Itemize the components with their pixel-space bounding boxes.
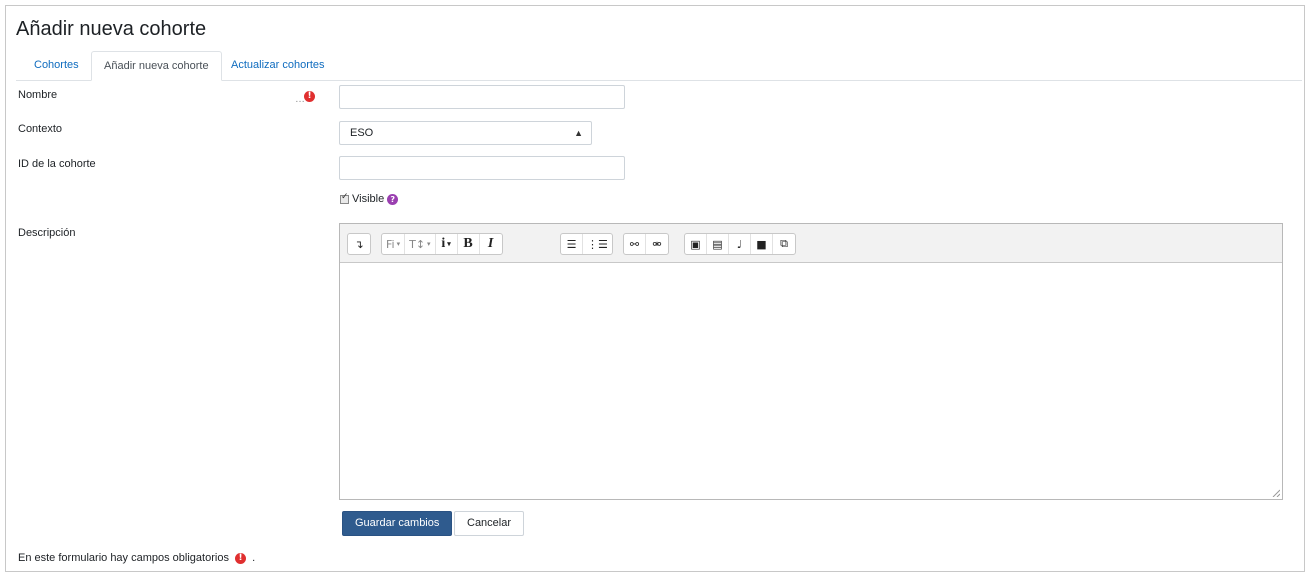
description-editor: ↴ Fi ▾ T↕ ▾ i ▾ B I ☰ ⋮☰ ⚯ ⚮ ▣ ▤ ♩ ■ ⧉ (339, 223, 1283, 500)
font-size-icon[interactable]: T↕ ▾ (405, 234, 436, 254)
required-note-suffix: . (252, 552, 256, 564)
context-select-value: ESO (350, 127, 374, 139)
tab-cohortes[interactable]: Cohortes (22, 51, 91, 81)
name-label: Nombre (18, 89, 58, 101)
unordered-list-icon[interactable]: ☰ (561, 234, 583, 254)
context-label: Contexto (18, 123, 63, 135)
info-icon[interactable]: i ▾ (436, 234, 458, 254)
tab-bar: Cohortes Añadir nueva cohorte Actualizar… (16, 51, 1302, 81)
toolbar-group-lists: ☰ ⋮☰ (560, 233, 613, 255)
visible-checkbox[interactable] (340, 192, 349, 204)
font-family-icon[interactable]: Fi ▾ (382, 234, 406, 254)
description-label: Descripción (18, 227, 76, 239)
unlink-icon[interactable]: ⚮ (646, 234, 668, 254)
editor-toolbar: ↴ Fi ▾ T↕ ▾ i ▾ B I ☰ ⋮☰ ⚯ ⚮ ▣ ▤ ♩ ■ ⧉ (340, 224, 1282, 263)
visible-row: Visible? (340, 192, 399, 205)
toolbar-group-text: Fi ▾ T↕ ▾ i ▾ B I (381, 233, 503, 255)
collapse-icon[interactable]: ↴ (348, 234, 370, 254)
toolbar-group-media: ▣ ▤ ♩ ■ ⧉ (684, 233, 796, 255)
microphone-icon[interactable]: ♩ (729, 234, 751, 254)
required-note-text: En este formulario hay campos obligatori… (18, 552, 229, 564)
main-panel: Añadir nueva cohorte Cohortes Añadir nue… (5, 5, 1305, 572)
description-textarea[interactable] (340, 263, 1282, 499)
required-icon: ! (304, 91, 315, 102)
link-icon[interactable]: ⚯ (624, 234, 646, 254)
cohort-id-label: ID de la cohorte (18, 158, 96, 170)
ordered-list-icon[interactable]: ⋮☰ (583, 234, 612, 254)
media-icon[interactable]: ▤ (707, 234, 729, 254)
save-button[interactable]: Guardar cambios (342, 511, 453, 536)
tab-actualizar-cohortes[interactable]: Actualizar cohortes (219, 51, 337, 81)
tab-anadir-nueva-cohorte[interactable]: Añadir nueva cohorte (91, 51, 222, 81)
image-icon[interactable]: ▣ (685, 234, 707, 254)
video-icon[interactable]: ■ (751, 234, 773, 254)
name-input[interactable] (339, 85, 625, 109)
cohort-id-input[interactable] (339, 156, 625, 180)
copy-icon[interactable]: ⧉ (773, 234, 795, 254)
resize-handle-icon[interactable] (1272, 489, 1280, 497)
select-arrows-icon: ▲ (574, 128, 583, 138)
bold-icon[interactable]: B (458, 234, 480, 254)
toolbar-group-collapse: ↴ (347, 233, 371, 255)
help-icon[interactable]: ? (387, 193, 399, 205)
cancel-button[interactable]: Cancelar (454, 511, 525, 536)
required-icon: ! (235, 552, 247, 564)
visible-label: Visible (352, 193, 385, 205)
italic-icon[interactable]: I (480, 234, 502, 254)
required-fields-note: En este formulario hay campos obligatori… (18, 552, 255, 564)
toolbar-group-links: ⚯ ⚮ (623, 233, 669, 255)
page-title: Añadir nueva cohorte (16, 18, 207, 40)
context-select[interactable]: ESO ▲ (339, 121, 592, 145)
